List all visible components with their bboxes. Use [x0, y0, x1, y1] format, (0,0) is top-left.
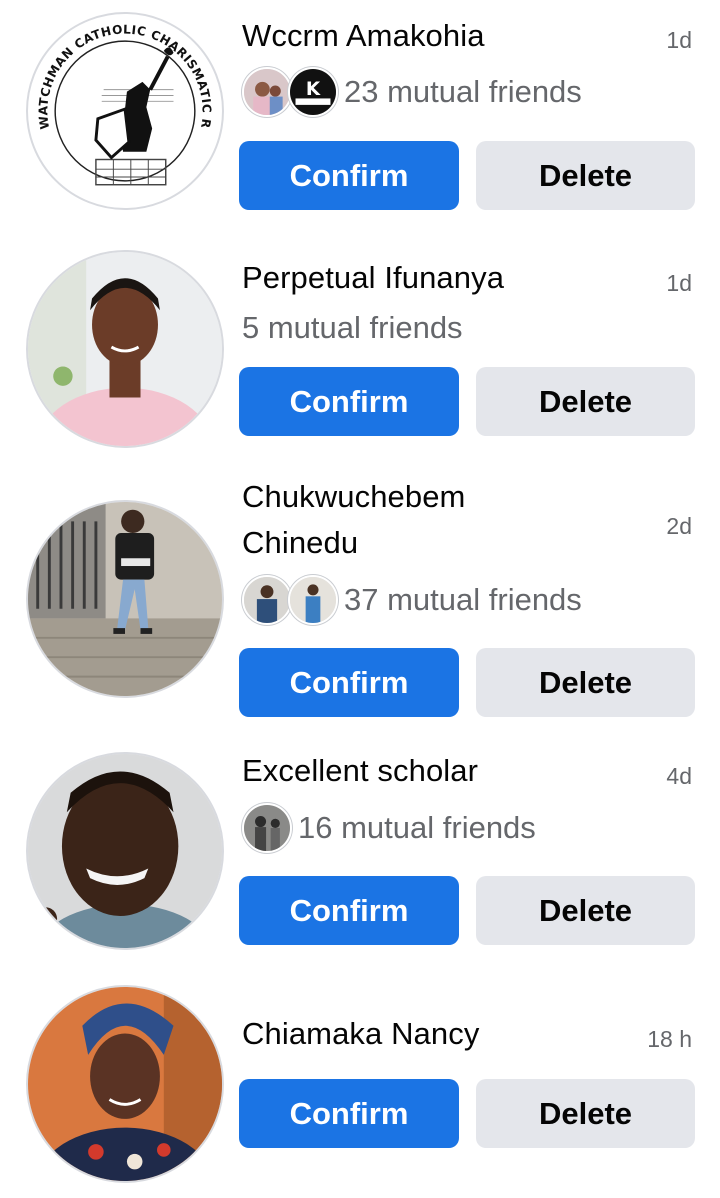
profile-photo	[28, 502, 222, 696]
confirm-button[interactable]: Confirm	[239, 367, 459, 436]
profile-avatar[interactable]	[26, 752, 224, 950]
requester-name[interactable]: Chukwuchebem Chinedu	[242, 474, 642, 566]
profile-photo	[28, 252, 222, 446]
profile-photo	[28, 754, 222, 948]
logo-icon: WATCHMAN CATHOLIC CHARISMATIC RENEWAL MO…	[28, 14, 221, 207]
mutual-friend-avatar	[242, 67, 292, 117]
request-time: 18 h	[647, 1026, 692, 1052]
profile-avatar[interactable]	[26, 985, 224, 1183]
mutual-friends-count: 23 mutual friends	[344, 74, 582, 109]
delete-button[interactable]: Delete	[476, 648, 695, 717]
mutual-friends[interactable]: 16 mutual friends	[242, 802, 536, 854]
confirm-button[interactable]: Confirm	[239, 141, 459, 210]
svg-text:K: K	[306, 79, 321, 100]
request-time: 1d	[666, 27, 692, 53]
mutual-friend-avatar	[242, 575, 292, 625]
request-time: 1d	[666, 270, 692, 296]
delete-button[interactable]: Delete	[476, 141, 695, 210]
request-time: 2d	[666, 513, 692, 539]
profile-photo	[28, 987, 222, 1181]
requester-name[interactable]: Chiamaka Nancy	[242, 1011, 642, 1057]
confirm-button[interactable]: Confirm	[239, 876, 459, 945]
confirm-button[interactable]: Confirm	[239, 648, 459, 717]
requester-name[interactable]: Wccrm Amakohia	[242, 13, 642, 59]
profile-avatar[interactable]: WATCHMAN CATHOLIC CHARISMATIC RENEWAL MO…	[26, 12, 224, 210]
profile-avatar[interactable]	[26, 250, 224, 448]
mutual-friend-avatar	[242, 803, 292, 853]
delete-button[interactable]: Delete	[476, 1079, 695, 1148]
kedism-logo-icon: K	[288, 67, 338, 117]
delete-button[interactable]: Delete	[476, 876, 695, 945]
mutual-friends-count: 16 mutual friends	[298, 810, 536, 845]
mutual-friends-count: 37 mutual friends	[344, 582, 582, 617]
request-time: 4d	[666, 763, 692, 789]
mutual-friends[interactable]: 37 mutual friends	[242, 574, 582, 626]
requester-name[interactable]: Excellent scholar	[242, 748, 642, 794]
requester-name[interactable]: Perpetual Ifunanya	[242, 255, 642, 301]
delete-button[interactable]: Delete	[476, 367, 695, 436]
mutual-friends[interactable]: 5 mutual friends	[242, 302, 463, 354]
mutual-friends-count: 5 mutual friends	[242, 310, 463, 345]
mutual-friends[interactable]: K 23 mutual friends	[242, 66, 582, 118]
mutual-friend-avatar	[288, 575, 338, 625]
profile-avatar[interactable]	[26, 500, 224, 698]
confirm-button[interactable]: Confirm	[239, 1079, 459, 1148]
